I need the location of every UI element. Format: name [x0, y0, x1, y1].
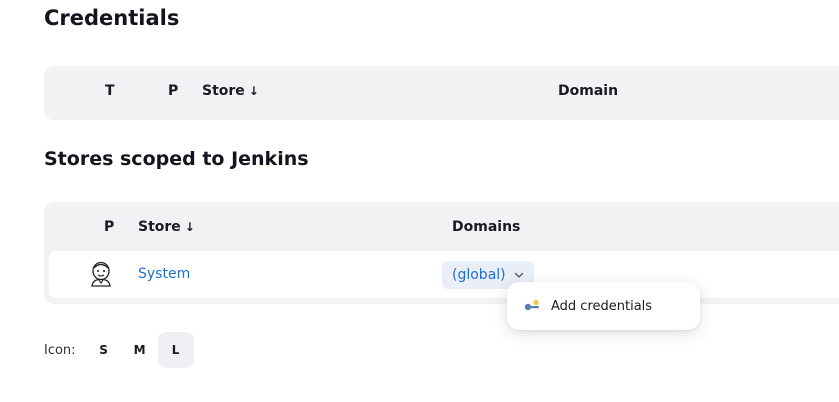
column-header-provider[interactable]: P [104, 219, 114, 235]
column-header-provider-label: P [104, 219, 115, 235]
icon-size-medium-button[interactable]: M [122, 332, 158, 368]
icon-size-label: Icon: [44, 342, 76, 358]
column-header-domain[interactable]: Domain [558, 83, 618, 99]
store-link-system[interactable]: System [138, 266, 190, 282]
chevron-down-icon [514, 272, 523, 278]
credentials-table: T P Store ↓ Domain [44, 66, 839, 120]
column-header-domains[interactable]: Domains [452, 219, 520, 235]
column-header-store-label: Store [138, 219, 181, 235]
table-row: System (global) [49, 251, 839, 298]
key-icon [524, 299, 539, 311]
icon-size-large-button[interactable]: L [157, 332, 194, 368]
icon-size-selector: Icon: S M L [44, 332, 194, 368]
stores-table: P Store ↓ Domains System (global) [44, 202, 839, 304]
column-header-domain-label: Domain [558, 83, 619, 99]
column-header-type[interactable]: T [105, 83, 115, 99]
column-header-store-label: Store [202, 83, 245, 99]
column-header-store[interactable]: Store ↓ [138, 219, 195, 235]
credentials-title: Credentials [44, 6, 180, 30]
jenkins-icon [91, 261, 111, 287]
column-header-store[interactable]: Store ↓ [202, 83, 259, 99]
sort-down-icon: ↓ [184, 220, 195, 234]
add-credentials-label: Add credentials [551, 298, 653, 314]
column-header-type-label: T [105, 83, 115, 99]
add-credentials-menu-item[interactable]: Add credentials [507, 282, 700, 330]
column-header-provider-label: P [168, 83, 179, 99]
sort-down-icon: ↓ [248, 84, 259, 98]
domain-label: (global) [452, 267, 506, 283]
column-header-domains-label: Domains [452, 219, 521, 235]
icon-size-small-button[interactable]: S [86, 332, 122, 368]
column-header-provider[interactable]: P [168, 83, 178, 99]
page: Credentials T P Store ↓ Domain Stores sc… [0, 0, 839, 402]
stores-title: Stores scoped to Jenkins [44, 148, 309, 170]
